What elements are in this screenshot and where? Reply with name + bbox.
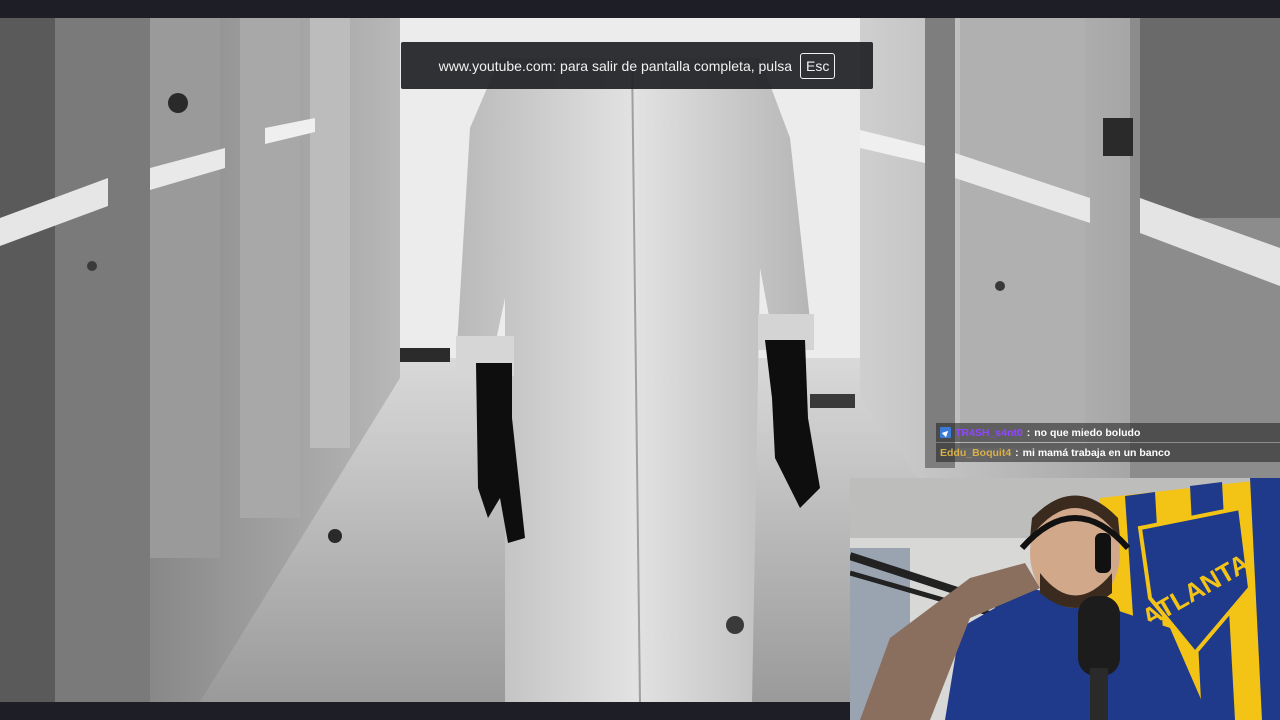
chat-separator: : bbox=[1026, 426, 1031, 439]
webcam-feed: ATLANTA bbox=[850, 478, 1280, 720]
fullscreen-stream-view: www.youtube.com: para salir de pantalla … bbox=[0, 0, 1280, 720]
chat-message: TR4SH_s4nt0 : no que miedo boludo bbox=[936, 423, 1280, 442]
fullscreen-notice-text: www.youtube.com: para salir de pantalla … bbox=[438, 57, 792, 74]
chat-username: Eddu_Boquit4 bbox=[940, 446, 1012, 459]
prime-icon bbox=[940, 427, 951, 438]
chat-separator: : bbox=[1015, 446, 1019, 459]
chat-text: no que miedo boludo bbox=[1034, 426, 1141, 439]
chat-overlay: TR4SH_s4nt0 : no que miedo boludo Eddu_B… bbox=[936, 423, 1280, 462]
chat-message: Eddu_Boquit4 : mi mamá trabaja en un ban… bbox=[936, 443, 1280, 462]
streamer-webcam: ATLANTA bbox=[850, 478, 1280, 720]
chat-text: mi mamá trabaja en un banco bbox=[1022, 446, 1171, 459]
fullscreen-exit-notice: www.youtube.com: para salir de pantalla … bbox=[401, 42, 873, 89]
esc-key-hint: Esc bbox=[799, 52, 836, 79]
chat-username: TR4SH_s4nt0 bbox=[955, 426, 1023, 439]
